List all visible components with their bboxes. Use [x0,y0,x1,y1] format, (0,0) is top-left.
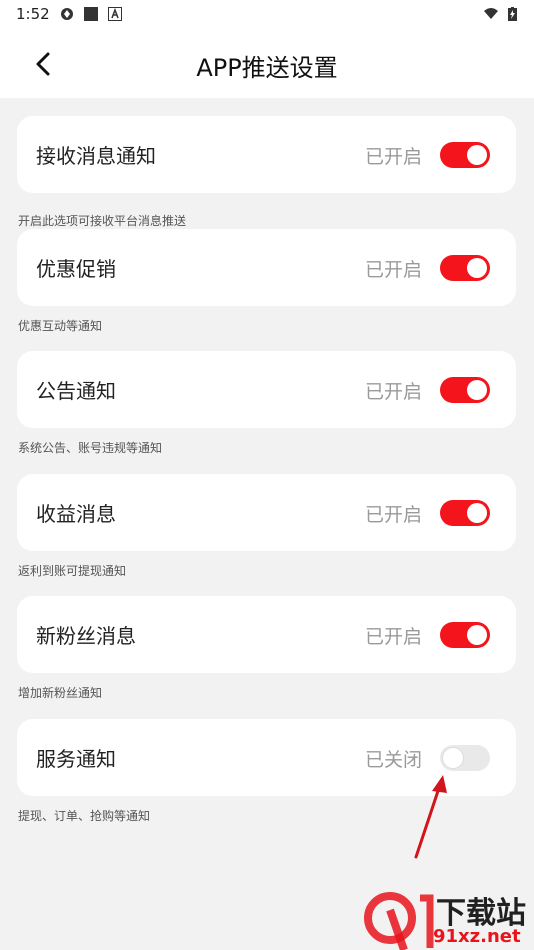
annotation-arrow [414,775,447,859]
notification-a-icon [108,7,122,21]
new-followers-toggle[interactable] [440,622,490,648]
toggle-knob [467,258,487,278]
setting-row-earnings: 收益消息 已开启 [17,474,516,551]
toggle-knob [467,145,487,165]
setting-row-announcements: 公告通知 已开启 [17,351,516,428]
setting-description: 优惠互动等通知 [18,319,103,333]
setting-status: 已开启 [364,504,422,526]
wifi-icon [484,8,498,19]
promotions-toggle[interactable] [440,255,490,281]
receive-messages-toggle[interactable] [440,142,490,168]
setting-status: 已开启 [364,381,422,403]
setting-row-receive-messages: 接收消息通知 已开启 [17,116,516,193]
setting-label: 接收消息通知 [36,144,156,168]
setting-label: 优惠促销 [36,257,116,281]
announcements-toggle[interactable] [440,377,490,403]
setting-label: 公告通知 [36,379,116,403]
setting-status: 已开启 [364,626,422,648]
setting-description: 提现、订单、抢购等通知 [18,809,151,823]
page-title: APP推送设置 [196,54,338,82]
status-time: 1:52 [16,5,50,23]
setting-status: 已开启 [364,259,422,281]
square-icon [84,7,98,21]
setting-label: 收益消息 [36,502,116,526]
setting-description: 系统公告、账号违规等通知 [18,441,163,455]
status-bar: 1:52 [0,0,534,30]
toggle-knob [467,380,487,400]
setting-description: 返利到账可提现通知 [18,564,127,578]
earnings-toggle[interactable] [440,500,490,526]
setting-row-promotions: 优惠促销 已开启 [17,229,516,306]
setting-row-new-followers: 新粉丝消息 已开启 [17,596,516,673]
toggle-knob [467,625,487,645]
setting-status: 已开启 [364,146,422,168]
watermark-url: 91xz.net [433,926,521,947]
battery-icon [508,7,517,21]
setting-description: 开启此选项可接收平台消息推送 [18,214,187,228]
setting-label: 服务通知 [36,747,116,771]
toggle-knob [467,503,487,523]
sync-icon [61,8,73,20]
app-bar: APP推送设置 [0,30,534,98]
setting-label: 新粉丝消息 [36,624,136,648]
setting-description: 增加新粉丝通知 [18,686,103,700]
